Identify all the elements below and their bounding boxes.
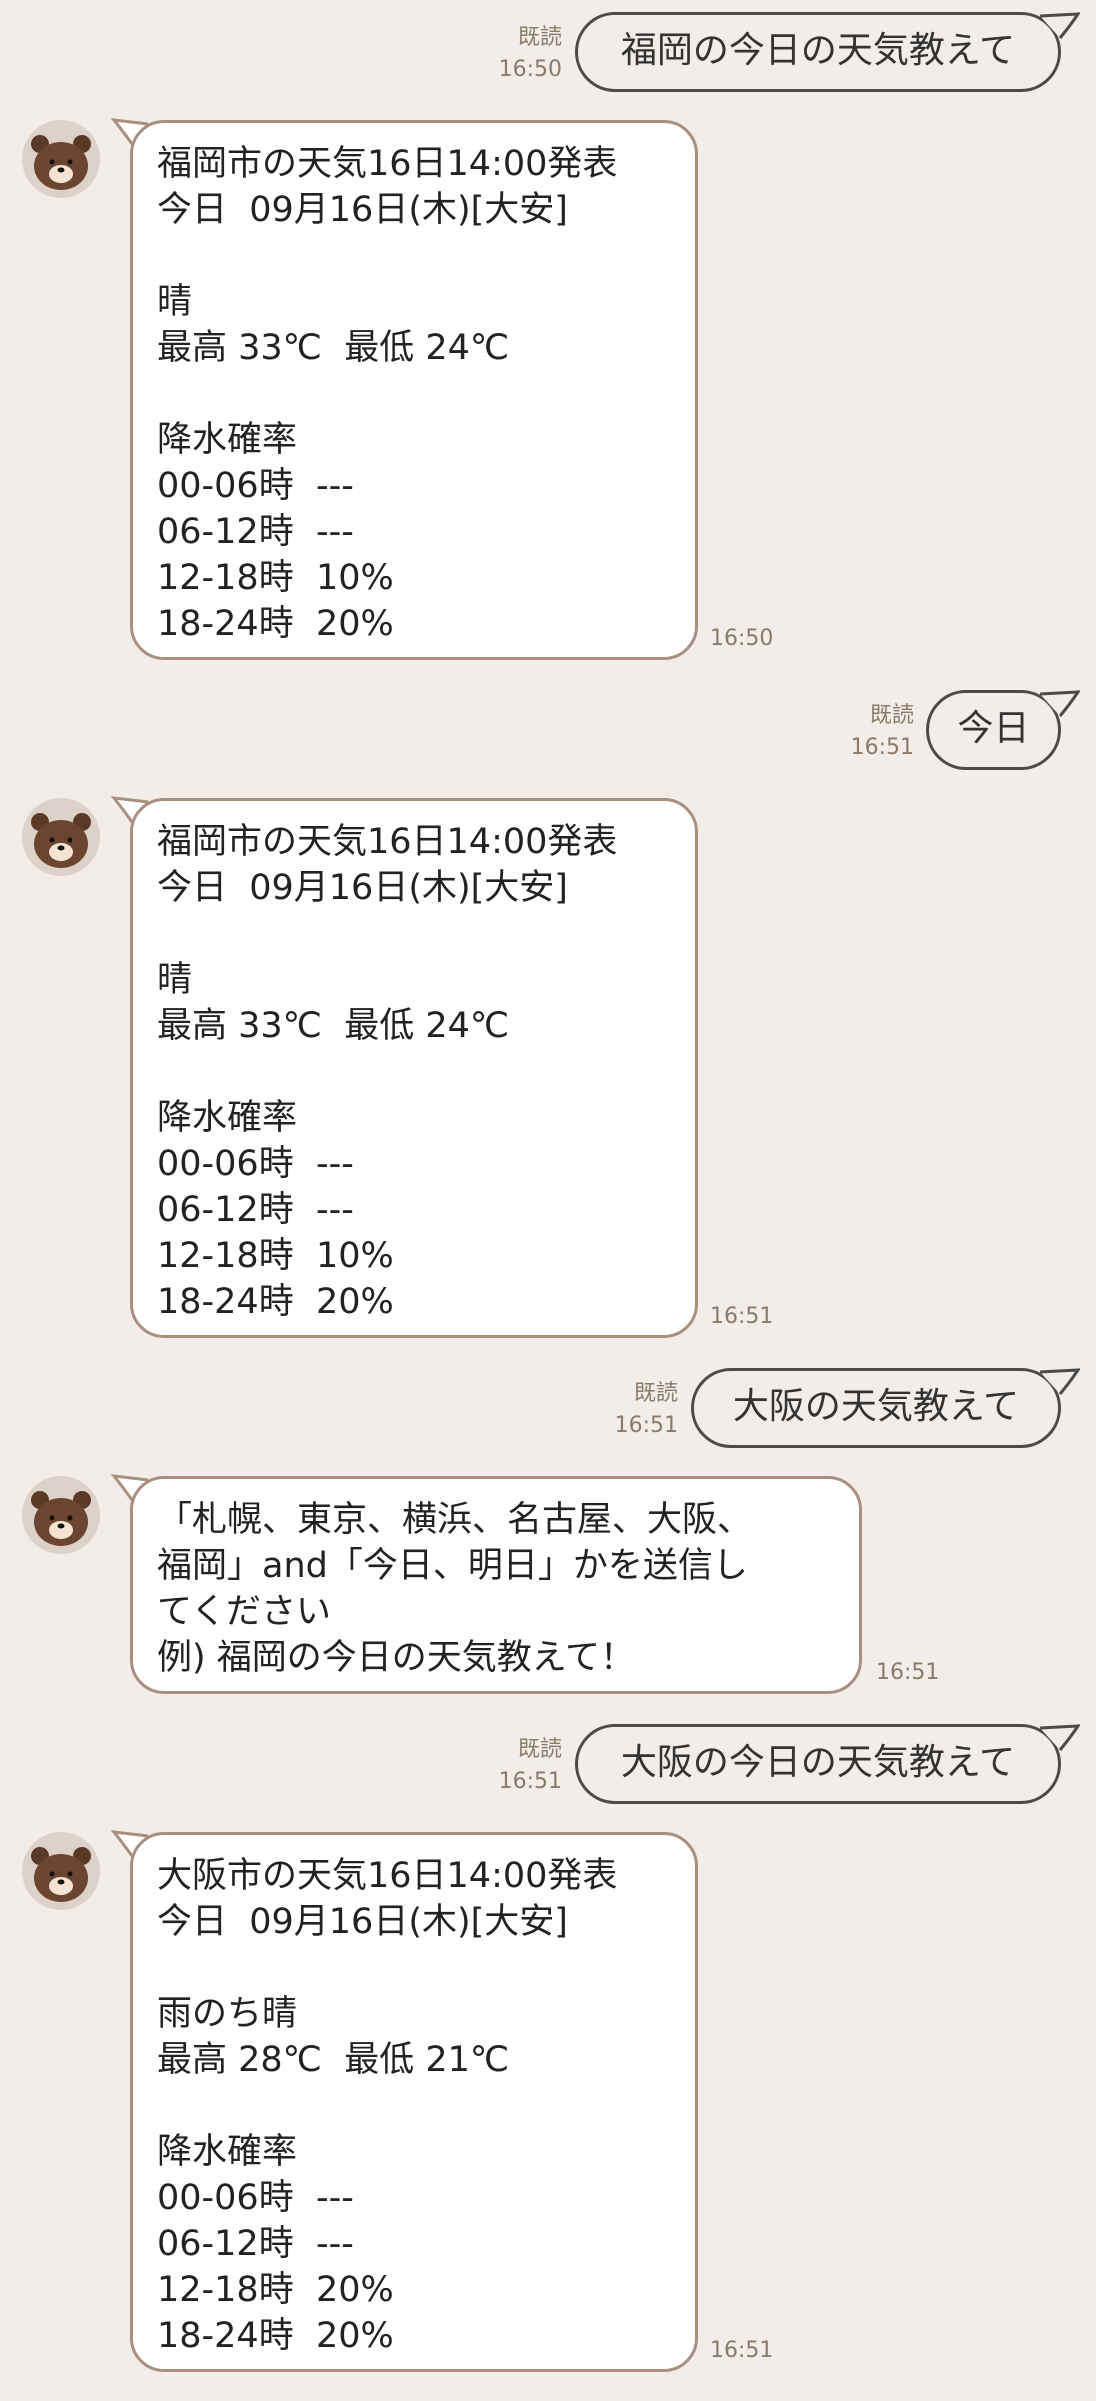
bear-icon [22, 1476, 100, 1554]
message-meta: 既読 16:50 [499, 22, 562, 86]
bear-avatar[interactable] [22, 120, 100, 198]
message-bubble[interactable]: 福岡市の天気16日14:00発表 今日 09月16日(木)[大安] 晴 最高 3… [130, 798, 698, 1338]
read-receipt: 既読 [517, 25, 562, 50]
read-receipt: 既読 [517, 1737, 562, 1762]
timestamp: 16:51 [710, 2338, 774, 2363]
timestamp: 16:51 [710, 1304, 774, 1329]
message-bubble[interactable]: 「札幌、東京、横浜、名古屋、大阪、 福岡」and「今日、明日」かを送信し てくだ… [130, 1476, 862, 1694]
message-bubble[interactable]: 福岡市の天気16日14:00発表 今日 09月16日(木)[大安] 晴 最高 3… [130, 120, 698, 660]
bubble-tail [1040, 1368, 1080, 1395]
bear-avatar[interactable] [22, 798, 100, 876]
bear-avatar[interactable] [22, 1832, 100, 1910]
timestamp: 16:50 [710, 626, 774, 651]
timestamp: 16:50 [498, 57, 562, 82]
read-receipt: 既読 [869, 703, 914, 728]
message-meta: 既読 16:51 [615, 1378, 678, 1442]
read-receipt: 既読 [633, 1381, 678, 1406]
timestamp: 16:51 [614, 1413, 678, 1438]
bubble-tail [1040, 1724, 1080, 1751]
message-bubble[interactable]: 福岡の今日の天気教えて [575, 12, 1061, 92]
message-bubble[interactable]: 大阪市の天気16日14:00発表 今日 09月16日(木)[大安] 雨のち晴 最… [130, 1832, 698, 2372]
message-meta: 既読 16:51 [499, 1734, 562, 1798]
bubble-tail [1040, 690, 1080, 717]
bear-icon [22, 1832, 100, 1910]
timestamp: 16:51 [498, 1769, 562, 1794]
message-bubble[interactable]: 大阪の今日の天気教えて [575, 1724, 1061, 1804]
bubble-tail [1040, 12, 1080, 39]
timestamp: 16:51 [850, 735, 914, 760]
message-bubble[interactable]: 大阪の天気教えて [691, 1368, 1061, 1448]
bear-icon [22, 798, 100, 876]
timestamp: 16:51 [876, 1660, 940, 1685]
bear-icon [22, 120, 100, 198]
bear-avatar[interactable] [22, 1476, 100, 1554]
message-meta: 既読 16:51 [851, 700, 914, 764]
